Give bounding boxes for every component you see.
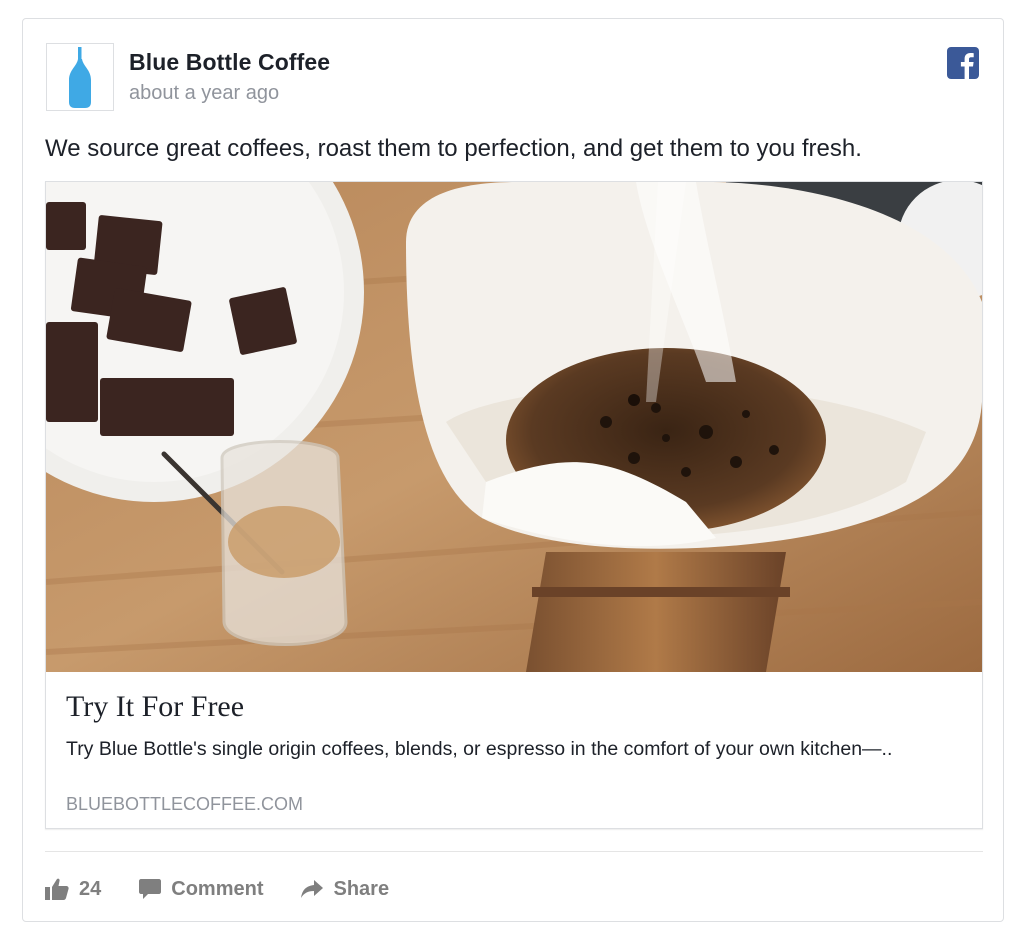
- share-button[interactable]: Share: [301, 878, 389, 901]
- share-arrow-icon: [301, 880, 324, 898]
- page-name[interactable]: Blue Bottle Coffee: [129, 49, 330, 76]
- comment-button[interactable]: Comment: [139, 878, 263, 901]
- link-domain: BLUEBOTTLECOFFEE.COM: [66, 794, 304, 814]
- like-count: 24: [79, 877, 102, 900]
- link-preview-image[interactable]: [46, 182, 982, 672]
- post-card: Blue Bottle Coffee about a year ago We s…: [22, 18, 1004, 922]
- comment-label: Comment: [171, 877, 264, 900]
- post-text: We source great coffees, roast them to p…: [45, 135, 862, 162]
- facebook-icon: [947, 47, 979, 79]
- blue-bottle-logo: [69, 47, 91, 108]
- action-bar: 24 Comment Share: [45, 873, 427, 905]
- page-avatar[interactable]: [46, 43, 114, 111]
- thumbs-up-icon: [45, 878, 69, 900]
- comment-icon: [139, 879, 162, 899]
- link-preview-card[interactable]: Try It For Free Try Blue Bottle's single…: [45, 181, 983, 829]
- like-button[interactable]: 24: [45, 878, 101, 901]
- share-label: Share: [333, 877, 390, 900]
- link-description: Try Blue Bottle's single origin coffees,…: [66, 738, 893, 760]
- link-title[interactable]: Try It For Free: [66, 690, 244, 724]
- pour-over-coffee-photo: [46, 182, 982, 672]
- action-divider: [45, 851, 983, 852]
- post-timestamp[interactable]: about a year ago: [129, 82, 279, 105]
